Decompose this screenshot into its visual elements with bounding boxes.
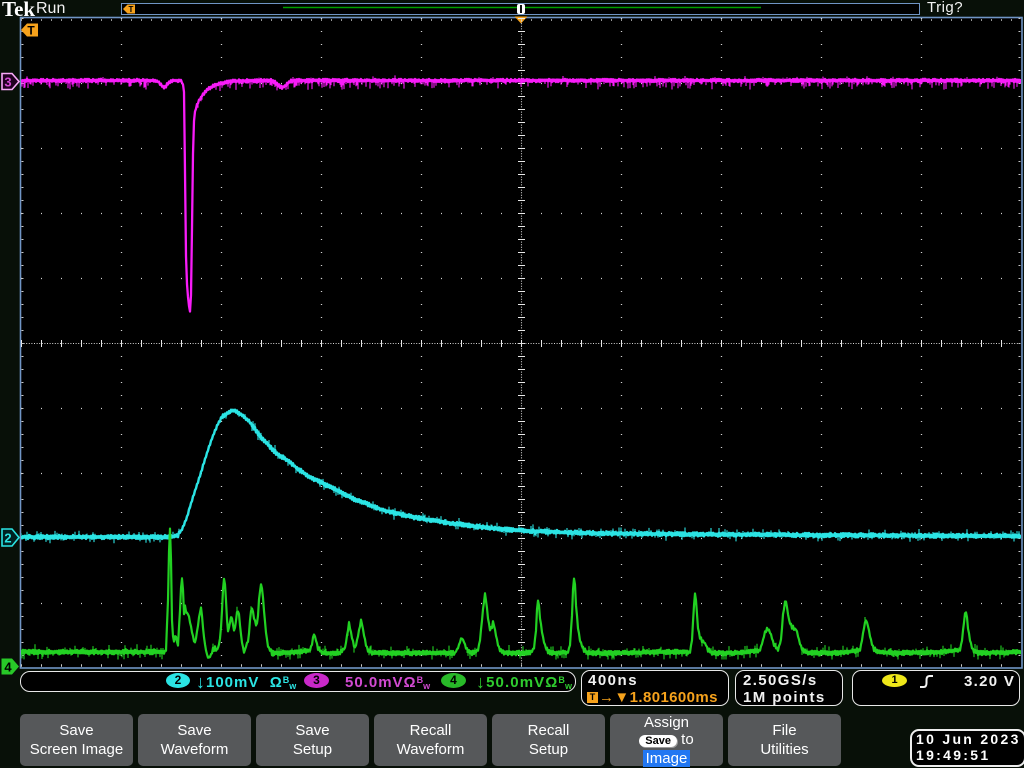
svg-text:2: 2: [4, 531, 11, 546]
svg-text:3: 3: [4, 75, 11, 90]
svg-text:T: T: [129, 5, 134, 14]
svg-text:T: T: [27, 24, 35, 38]
svg-text:4: 4: [4, 660, 12, 675]
